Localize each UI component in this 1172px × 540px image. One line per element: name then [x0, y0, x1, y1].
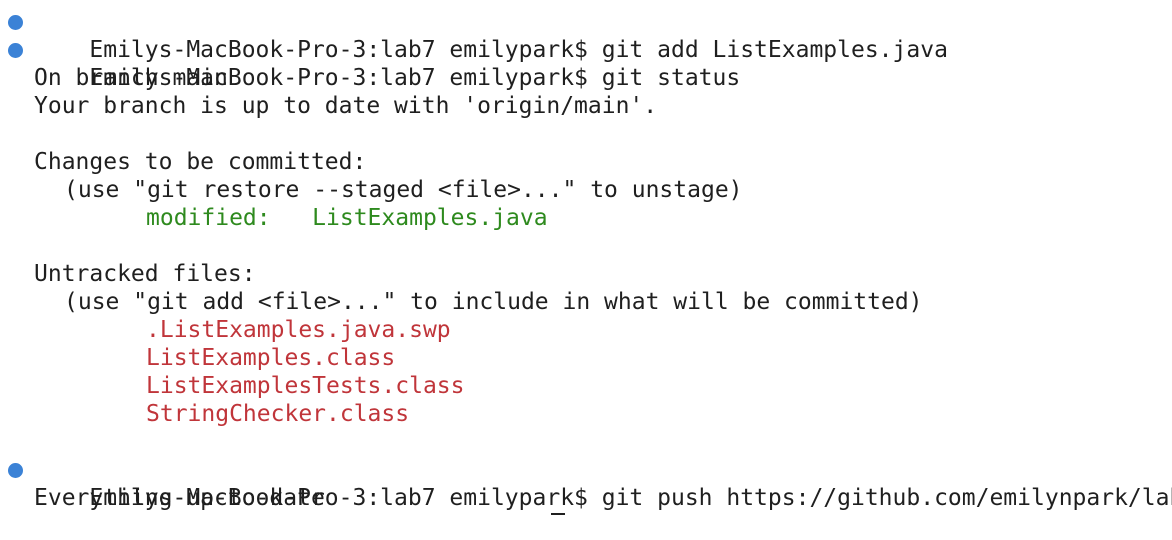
untracked-file: ListExamples.class	[146, 345, 396, 371]
prompt-status-dot-icon	[8, 43, 23, 58]
output-uptodate: Your branch is up to date with 'origin/m…	[34, 93, 658, 119]
terminal-output[interactable]: Emilys-MacBook-Pro-3:lab7 emilypark$ git…	[0, 8, 1172, 512]
output-untracked-header: Untracked files:	[34, 261, 256, 287]
prompt-status-dot-icon	[8, 15, 23, 30]
untracked-file: ListExamplesTests.class	[146, 373, 465, 399]
untracked-file: .ListExamples.java.swp	[146, 317, 451, 343]
output-untracked-hint: (use "git add <file>..." to include in w…	[64, 289, 923, 315]
command-line: Emilys-MacBook-Pro-3:lab7 emilypark$ git…	[0, 36, 1172, 91]
modified-file: ListExamples.java	[312, 205, 548, 231]
prompt-status-dot-icon	[8, 463, 23, 478]
output-staged-header: Changes to be committed:	[34, 149, 367, 175]
untracked-file: StringChecker.class	[146, 401, 410, 427]
command-line: Emilys-MacBook-Pro-3:lab7 emilypark$ git…	[0, 456, 1172, 511]
output-branch: On branch main	[34, 65, 228, 91]
modified-label: modified:	[146, 205, 271, 231]
output-staged-hint: (use "git restore --staged <file>..." to…	[64, 177, 743, 203]
output-modified-entry: modified: ListExamples.java	[0, 204, 1172, 232]
text-cursor	[551, 513, 565, 515]
output-push: Everything up-to-date	[34, 485, 325, 511]
command-line: Emilys-MacBook-Pro-3:lab7 emilypark$ git…	[0, 8, 1172, 63]
